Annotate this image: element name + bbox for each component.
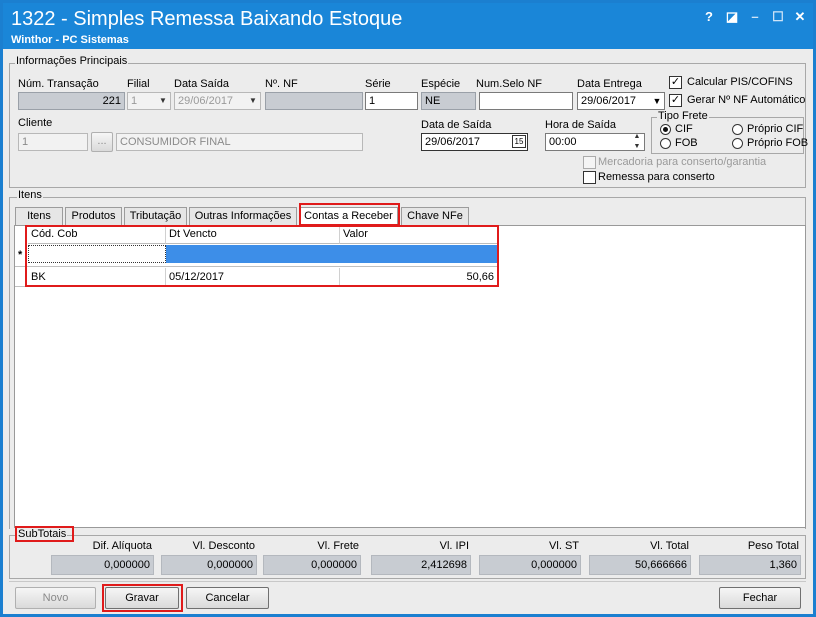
proprio-cif-radio[interactable] <box>732 124 743 135</box>
vl-ipi-label: Vl. IPI <box>439 540 469 552</box>
data-entrega-label: Data Entrega <box>577 78 642 90</box>
maximize-icon[interactable]: ☐ <box>770 9 786 25</box>
dif-aliquota-value: 0,000000 <box>51 555 154 575</box>
footer-divider <box>9 581 806 582</box>
proprio-fob-radio[interactable] <box>732 138 743 149</box>
hora-saida-field[interactable]: 00:00 <box>545 133 645 151</box>
num-nf-field[interactable] <box>265 92 363 110</box>
window-subtitle: Winthor - PC Sistemas <box>11 34 129 46</box>
fob-label: FOB <box>675 137 698 149</box>
serie-label: Série <box>365 78 391 90</box>
tab-itens[interactable]: Itens <box>15 207 63 225</box>
especie-field[interactable]: NE <box>421 92 476 110</box>
gerar-nf-label: Gerar Nº NF Automático <box>687 94 806 106</box>
data-de-saida-value: 29/06/2017 <box>425 136 481 148</box>
gravar-highlight-box <box>102 584 183 612</box>
filial-value: 1 <box>131 95 138 107</box>
data-saida-label: Data Saída <box>174 78 230 90</box>
calendar-icon[interactable]: 15 <box>512 135 526 148</box>
vl-st-value: 0,000000 <box>479 555 581 575</box>
data-de-saida-label: Data de Saída <box>421 119 492 131</box>
vl-ipi-value: 2,412698 <box>371 555 471 575</box>
data-entrega-value: 29/06/2017 <box>581 95 637 107</box>
info-group-label: Informações Principais <box>15 55 129 67</box>
remessa-checkbox[interactable] <box>583 171 596 184</box>
cif-label: CIF <box>675 123 693 135</box>
vl-desconto-value: 0,000000 <box>161 555 257 575</box>
novo-button[interactable]: Novo <box>15 587 96 609</box>
cliente-code-field[interactable]: 1 <box>18 133 88 151</box>
cliente-label: Cliente <box>18 117 53 129</box>
calc-pis-label: Calcular PIS/COFINS <box>687 76 793 88</box>
num-selo-label: Num.Selo NF <box>476 78 543 90</box>
mercadoria-checkbox[interactable] <box>583 156 596 169</box>
data-saida-value: 29/06/2017 <box>178 95 234 107</box>
tab-chave-nfe[interactable]: Chave NFe <box>401 207 469 225</box>
data-saida-dropdown-icon[interactable]: ▼ <box>247 93 259 109</box>
filial-label: Filial <box>127 78 150 90</box>
help-icon[interactable]: ? <box>701 9 717 25</box>
hora-saida-label: Hora de Saída <box>545 119 616 131</box>
tab-outras-informacoes[interactable]: Outras Informações <box>189 207 297 225</box>
num-transacao-label: Núm. Transação <box>18 78 99 90</box>
remessa-label: Remessa para conserto <box>598 171 715 183</box>
title-bar: 1322 - Simples Remessa Baixando Estoque … <box>3 3 813 49</box>
cancelar-button[interactable]: Cancelar <box>186 587 269 609</box>
tipo-frete-label: Tipo Frete <box>657 110 709 122</box>
filial-dropdown-icon[interactable]: ▼ <box>157 93 169 109</box>
window-body: Informações Principais Núm. Transação 22… <box>3 49 813 614</box>
vl-total-value: 50,666666 <box>589 555 691 575</box>
window-title: 1322 - Simples Remessa Baixando Estoque <box>11 8 403 30</box>
close-icon[interactable]: ✕ <box>792 9 808 25</box>
num-transacao-field[interactable]: 221 <box>18 92 125 110</box>
data-entrega-dropdown-icon[interactable]: ▼ <box>651 93 663 109</box>
minimize-icon[interactable]: – <box>747 9 763 25</box>
vl-desconto-label: Vl. Desconto <box>192 540 255 552</box>
hora-saida-value: 00:00 <box>549 136 577 148</box>
hora-down-icon[interactable]: ▼ <box>631 142 643 151</box>
proprio-fob-label: Próprio FOB <box>747 137 809 149</box>
vl-frete-value: 0,000000 <box>263 555 361 575</box>
cif-radio[interactable] <box>660 124 671 135</box>
hora-up-icon[interactable]: ▲ <box>631 132 643 141</box>
fechar-button[interactable]: Fechar <box>719 587 801 609</box>
peso-total-label: Peso Total <box>747 540 799 552</box>
tab-highlight-box <box>299 203 400 226</box>
app-window: 1322 - Simples Remessa Baixando Estoque … <box>0 0 816 617</box>
grid-highlight-box <box>25 225 499 287</box>
calc-pis-checkbox[interactable]: ✓ <box>669 76 682 89</box>
num-nf-label: Nº. NF <box>265 78 298 90</box>
cliente-name-field[interactable]: CONSUMIDOR FINAL <box>116 133 363 151</box>
tab-produtos[interactable]: Produtos <box>65 207 122 225</box>
tab-tributacao[interactable]: Tributação <box>124 207 187 225</box>
restore-icon[interactable]: ◪ <box>724 9 740 25</box>
num-selo-field[interactable] <box>479 92 573 110</box>
cliente-search-button[interactable]: ... <box>91 132 113 152</box>
gerar-nf-checkbox[interactable]: ✓ <box>669 94 682 107</box>
vl-st-label: Vl. ST <box>549 540 579 552</box>
itens-group-label: Itens <box>17 189 43 201</box>
dif-aliquota-label: Dif. Alíquota <box>92 540 152 552</box>
peso-total-value: 1,360 <box>699 555 801 575</box>
vl-total-label: Vl. Total <box>650 540 689 552</box>
fob-radio[interactable] <box>660 138 671 149</box>
serie-field[interactable]: 1 <box>365 92 418 110</box>
proprio-cif-label: Próprio CIF <box>747 123 804 135</box>
vl-frete-label: Vl. Frete <box>317 540 359 552</box>
mercadoria-label: Mercadoria para conserto/garantia <box>598 156 767 168</box>
especie-label: Espécie <box>421 78 461 90</box>
